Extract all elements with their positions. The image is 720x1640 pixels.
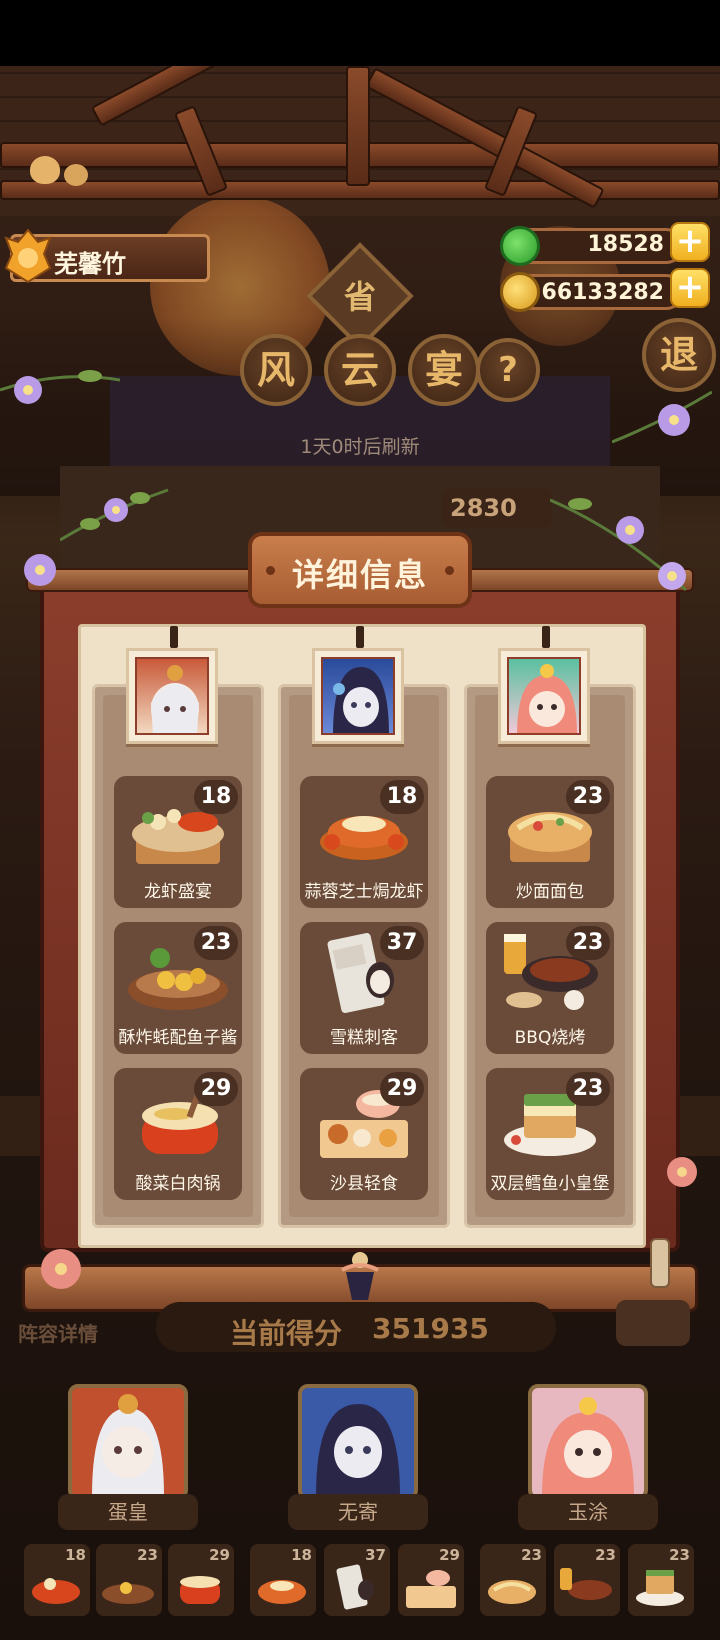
- clip-icon: [542, 626, 550, 648]
- character-portrait-1[interactable]: [126, 648, 218, 744]
- dish-name: 雪糕刺客: [330, 1028, 398, 1048]
- dish-name: 酥炸蚝配鱼子酱: [118, 1028, 238, 1048]
- mini-dish-card[interactable]: 37: [324, 1544, 390, 1616]
- mini-dish-card[interactable]: 23: [554, 1544, 620, 1616]
- mini-dish-card[interactable]: 18: [250, 1544, 316, 1616]
- dish-level-badge: 23: [566, 926, 610, 960]
- jade-icon: [500, 226, 540, 266]
- dish-level-badge: 18: [194, 780, 238, 814]
- flower-decoration-icon: [611, 382, 713, 466]
- lineup-details-label[interactable]: 阵容详情: [18, 1318, 98, 1347]
- add-jade-button[interactable]: +: [670, 222, 710, 262]
- dish-card[interactable]: 23 双层鳕鱼小皇堡: [486, 1068, 614, 1200]
- side-button[interactable]: [616, 1300, 690, 1346]
- flower-decoration-icon: [59, 480, 170, 554]
- lineup-character-name: 无寄: [288, 1494, 428, 1530]
- dish-level-badge: 23: [194, 926, 238, 960]
- province-badge-text: 省: [343, 278, 376, 316]
- clip-icon: [356, 626, 364, 648]
- coin-icon: [500, 272, 540, 312]
- add-coin-button[interactable]: +: [670, 268, 710, 308]
- clip-icon: [170, 626, 178, 648]
- dish-name: 炒面面包: [516, 882, 584, 902]
- player-avatar-icon[interactable]: [4, 228, 52, 284]
- dish-card[interactable]: 23 炒面面包: [486, 776, 614, 908]
- dish-name: 酸菜白肉锅: [135, 1174, 221, 1194]
- score-bar: [156, 1302, 556, 1352]
- mini-dish-card[interactable]: 29: [168, 1544, 234, 1616]
- lineup-character-name: 玉涂: [518, 1494, 658, 1530]
- lineup-character-1[interactable]: [68, 1384, 188, 1500]
- mini-dish-card[interactable]: 23: [628, 1544, 694, 1616]
- dish-card[interactable]: 29 沙县轻食: [300, 1068, 428, 1200]
- jade-value: 18528: [587, 232, 664, 257]
- dish-level-badge: 23: [566, 1072, 610, 1106]
- current-score-label: 当前得分: [230, 1317, 343, 1350]
- dish-level-badge: 29: [380, 1072, 424, 1106]
- dish-level-badge: 23: [566, 780, 610, 814]
- exit-button[interactable]: 退: [642, 318, 716, 392]
- dish-level-badge: 18: [380, 780, 424, 814]
- flower-decoration-icon: [10, 540, 70, 604]
- scroll-handle: [650, 1238, 670, 1288]
- lineup-character-name: 蛋皇: [58, 1494, 198, 1530]
- dish-card[interactable]: 23 酥炸蚝配鱼子酱: [114, 922, 242, 1054]
- current-score-value: 351935: [372, 1312, 489, 1345]
- character-portrait-3[interactable]: [498, 648, 590, 744]
- player-name: 芜馨竹: [54, 250, 126, 278]
- dish-name: BBQ烧烤: [514, 1028, 586, 1048]
- dish-level-badge: 29: [194, 1072, 238, 1106]
- flower-decoration-icon: [0, 350, 121, 424]
- dish-name: 龙虾盛宴: [144, 882, 212, 902]
- dish-card[interactable]: 18 龙虾盛宴: [114, 776, 242, 908]
- blossom-icon: [36, 1244, 86, 1298]
- character-portrait-2[interactable]: [312, 648, 404, 744]
- mini-dish-card[interactable]: 29: [398, 1544, 464, 1616]
- dish-card[interactable]: 23 BBQ烧烤: [486, 922, 614, 1054]
- roof-post: [346, 66, 370, 186]
- modal-title: 详细信息: [291, 556, 428, 594]
- dish-name: 沙县轻食: [330, 1174, 398, 1194]
- event-title-char: 云: [324, 334, 396, 406]
- lineup-character-2[interactable]: [298, 1384, 418, 1500]
- dish-level-badge: 37: [380, 926, 424, 960]
- help-button[interactable]: ?: [476, 338, 540, 402]
- mini-dish-card[interactable]: 23: [96, 1544, 162, 1616]
- mini-dish-card[interactable]: 23: [480, 1544, 546, 1616]
- dish-card[interactable]: 18 蒜蓉芝士焗龙虾: [300, 776, 428, 908]
- blossom-icon: [664, 1154, 700, 1194]
- flower-decoration-icon: [549, 490, 690, 604]
- lineup-character-3[interactable]: [528, 1384, 648, 1500]
- mini-dish-card[interactable]: 18: [24, 1544, 90, 1616]
- dish-card[interactable]: 29 酸菜白肉锅: [114, 1068, 242, 1200]
- dish-card[interactable]: 37 雪糕刺客: [300, 922, 428, 1054]
- event-title-char: 风: [240, 334, 312, 406]
- tassel-ornament: [340, 1250, 380, 1300]
- event-title-char: 宴: [408, 334, 480, 406]
- dish-name: 蒜蓉芝士焗龙虾: [304, 882, 424, 902]
- chick-icon: [30, 156, 60, 184]
- background-score: 2830: [442, 488, 552, 528]
- dish-name: 双层鳕鱼小皇堡: [490, 1174, 610, 1194]
- coin-value: 66133282: [541, 280, 664, 305]
- chick-icon: [64, 164, 88, 186]
